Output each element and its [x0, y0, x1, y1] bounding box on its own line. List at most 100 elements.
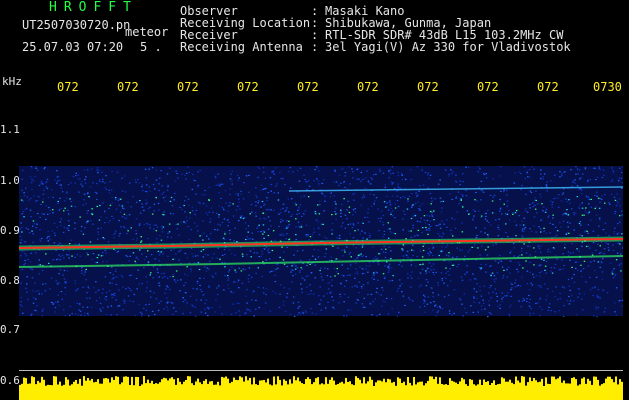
- noise-speck: [259, 189, 262, 191]
- noise-speck: [339, 296, 342, 298]
- noise-speck: [555, 286, 558, 288]
- noise-speck: [410, 236, 413, 239]
- level-bar: [261, 380, 263, 400]
- noise-speck: [59, 221, 62, 223]
- noise-speck: [161, 228, 164, 230]
- noise-speck: [401, 249, 404, 252]
- level-bar: [423, 385, 425, 400]
- noise-speck: [556, 298, 559, 300]
- noise-speck: [92, 223, 94, 225]
- noise-speck: [525, 252, 528, 254]
- noise-speck: [147, 237, 149, 240]
- noise-speck: [521, 236, 524, 238]
- noise-speck-bright: [425, 226, 427, 229]
- noise-speck: [364, 177, 367, 179]
- noise-speck: [47, 236, 49, 238]
- noise-speck: [67, 209, 69, 211]
- noise-speck: [231, 170, 234, 172]
- noise-speck: [513, 247, 516, 249]
- noise-speck: [186, 274, 189, 277]
- noise-speck: [112, 274, 114, 276]
- noise-speck: [544, 283, 546, 285]
- level-bar: [467, 385, 469, 400]
- noise-speck: [499, 198, 501, 201]
- noise-speck: [158, 260, 160, 262]
- noise-speck: [144, 168, 147, 170]
- noise-speck: [163, 211, 165, 213]
- noise-speck: [97, 233, 100, 235]
- noise-speck: [234, 254, 236, 256]
- noise-speck: [520, 173, 522, 175]
- noise-speck-bright: [170, 196, 173, 199]
- noise-speck-bright: [334, 275, 336, 277]
- noise-speck: [568, 303, 571, 305]
- noise-speck: [359, 233, 362, 235]
- noise-speck: [431, 214, 433, 216]
- noise-speck: [123, 226, 125, 228]
- noise-speck: [385, 251, 387, 254]
- noise-speck: [351, 168, 353, 170]
- axis-tick: 1.1: [0, 123, 20, 136]
- noise-speck: [81, 185, 84, 187]
- noise-speck: [277, 192, 279, 194]
- noise-speck-bright: [568, 199, 570, 201]
- noise-speck: [455, 174, 457, 176]
- level-bar: [161, 379, 163, 400]
- noise-speck: [167, 309, 169, 311]
- noise-speck: [361, 303, 364, 305]
- noise-speck-bright: [590, 198, 592, 200]
- noise-speck: [578, 188, 580, 191]
- noise-speck: [432, 296, 434, 298]
- noise-speck: [266, 209, 268, 211]
- noise-speck: [455, 196, 458, 198]
- level-bar: [551, 376, 553, 400]
- noise-speck: [178, 251, 180, 253]
- noise-speck: [235, 271, 237, 273]
- noise-speck: [580, 224, 582, 226]
- noise-speck: [229, 239, 231, 241]
- noise-speck-bright: [68, 243, 71, 245]
- noise-speck: [191, 188, 194, 190]
- noise-speck: [176, 172, 178, 175]
- level-bar: [67, 379, 69, 400]
- noise-speck-bright: [544, 265, 547, 267]
- noise-speck: [274, 292, 277, 294]
- noise-speck: [205, 247, 207, 249]
- noise-speck: [35, 166, 37, 168]
- noise-speck: [37, 290, 40, 292]
- level-bar: [257, 385, 259, 400]
- noise-speck-bright: [491, 212, 494, 214]
- noise-speck: [141, 186, 143, 188]
- noise-speck: [97, 227, 99, 230]
- noise-speck: [318, 303, 321, 305]
- noise-speck: [255, 299, 257, 301]
- noise-speck-bright: [263, 237, 265, 239]
- noise-speck: [581, 245, 583, 247]
- noise-speck: [111, 293, 113, 295]
- noise-speck: [126, 232, 128, 235]
- noise-speck: [593, 315, 595, 317]
- noise-speck: [338, 302, 340, 304]
- noise-speck: [135, 257, 138, 259]
- noise-speck: [598, 252, 601, 254]
- noise-speck: [602, 169, 605, 171]
- noise-speck: [35, 298, 37, 300]
- level-bar: [451, 380, 453, 400]
- noise-speck-bright: [551, 272, 554, 274]
- noise-speck: [357, 299, 360, 301]
- noise-speck: [222, 183, 224, 185]
- noise-speck: [34, 176, 36, 178]
- noise-speck: [448, 261, 451, 263]
- noise-speck: [428, 215, 431, 217]
- level-bar: [25, 378, 27, 400]
- noise-speck-bright: [198, 268, 201, 271]
- noise-speck-bright: [348, 211, 351, 214]
- noise-speck: [77, 178, 79, 180]
- noise-speck: [382, 236, 384, 238]
- noise-speck: [275, 268, 277, 270]
- noise-speck: [506, 276, 509, 278]
- noise-speck: [391, 183, 393, 185]
- noise-speck: [290, 215, 292, 217]
- noise-speck: [572, 180, 574, 182]
- noise-speck: [529, 298, 531, 300]
